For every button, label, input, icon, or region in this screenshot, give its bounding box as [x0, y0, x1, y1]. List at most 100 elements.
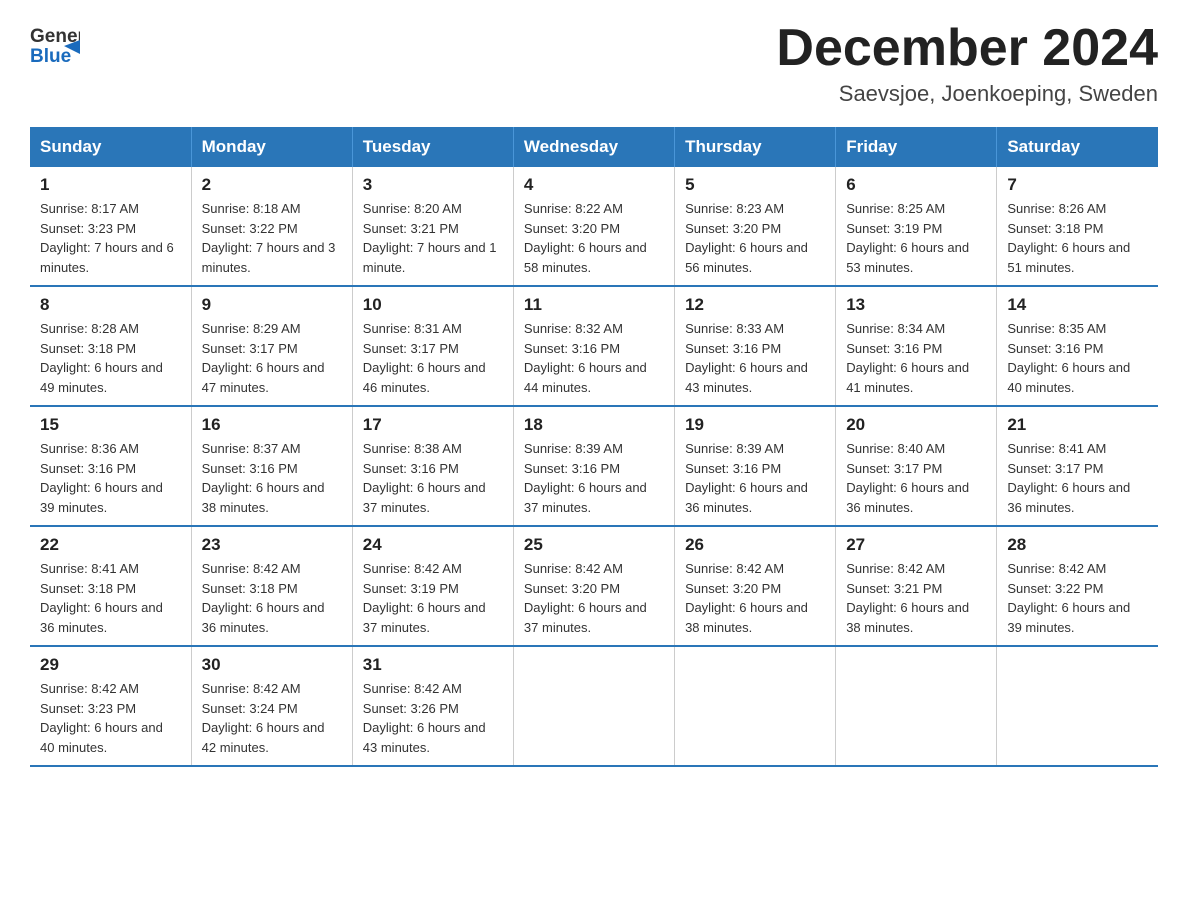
day-number: 28	[1007, 535, 1148, 555]
day-number: 13	[846, 295, 986, 315]
day-number: 16	[202, 415, 342, 435]
day-info: Sunrise: 8:34 AMSunset: 3:16 PMDaylight:…	[846, 319, 986, 397]
day-info: Sunrise: 8:17 AMSunset: 3:23 PMDaylight:…	[40, 199, 181, 277]
page-header: General Blue December 2024 Saevsjoe, Joe…	[30, 20, 1158, 107]
day-cell: 4Sunrise: 8:22 AMSunset: 3:20 PMDaylight…	[513, 167, 674, 286]
day-cell: 26 Sunrise: 8:42 AMSunset: 3:20 PMDayligh…	[675, 526, 836, 646]
day-cell: 2 Sunrise: 8:18 AMSunset: 3:22 PMDaylight…	[191, 167, 352, 286]
day-info: Sunrise: 8:29 AMSunset: 3:17 PMDaylight:…	[202, 319, 342, 397]
day-number: 19	[685, 415, 825, 435]
day-number: 18	[524, 415, 664, 435]
calendar-table: SundayMondayTuesdayWednesdayThursdayFrid…	[30, 127, 1158, 767]
day-number: 4	[524, 175, 664, 195]
day-cell: 30Sunrise: 8:42 AMSunset: 3:24 PMDayligh…	[191, 646, 352, 766]
day-cell: 11Sunrise: 8:32 AMSunset: 3:16 PMDayligh…	[513, 286, 674, 406]
day-number: 11	[524, 295, 664, 315]
day-number: 21	[1007, 415, 1148, 435]
day-cell: 20 Sunrise: 8:40 AMSunset: 3:17 PMDayligh…	[836, 406, 997, 526]
day-cell: 12Sunrise: 8:33 AMSunset: 3:16 PMDayligh…	[675, 286, 836, 406]
header-day-saturday: Saturday	[997, 127, 1158, 167]
week-row: 1 Sunrise: 8:17 AMSunset: 3:23 PMDaylight…	[30, 167, 1158, 286]
calendar-header: SundayMondayTuesdayWednesdayThursdayFrid…	[30, 127, 1158, 167]
day-cell: 1 Sunrise: 8:17 AMSunset: 3:23 PMDaylight…	[30, 167, 191, 286]
day-number: 7	[1007, 175, 1148, 195]
day-number: 30	[202, 655, 342, 675]
day-number: 31	[363, 655, 503, 675]
day-cell: 23 Sunrise: 8:42 AMSunset: 3:18 PMDayligh…	[191, 526, 352, 646]
header-day-wednesday: Wednesday	[513, 127, 674, 167]
logo-icon: General Blue	[30, 20, 80, 70]
day-number: 26	[685, 535, 825, 555]
day-number: 22	[40, 535, 181, 555]
day-cell: 17 Sunrise: 8:38 AMSunset: 3:16 PMDayligh…	[352, 406, 513, 526]
day-number: 27	[846, 535, 986, 555]
day-cell: 9 Sunrise: 8:29 AMSunset: 3:17 PMDaylight…	[191, 286, 352, 406]
day-info: Sunrise: 8:41 AMSunset: 3:18 PMDaylight:…	[40, 559, 181, 637]
day-number: 25	[524, 535, 664, 555]
day-info: Sunrise: 8:23 AMSunset: 3:20 PMDaylight:…	[685, 199, 825, 277]
day-info: Sunrise: 8:42 AMSunset: 3:21 PMDaylight:…	[846, 559, 986, 637]
day-cell: 14 Sunrise: 8:35 AMSunset: 3:16 PMDayligh…	[997, 286, 1158, 406]
week-row: 15 Sunrise: 8:36 AMSunset: 3:16 PMDayligh…	[30, 406, 1158, 526]
day-number: 20	[846, 415, 986, 435]
day-cell: 8 Sunrise: 8:28 AMSunset: 3:18 PMDaylight…	[30, 286, 191, 406]
svg-text:Blue: Blue	[30, 46, 71, 67]
day-number: 24	[363, 535, 503, 555]
day-info: Sunrise: 8:33 AMSunset: 3:16 PMDaylight:…	[685, 319, 825, 397]
day-number: 10	[363, 295, 503, 315]
day-number: 15	[40, 415, 181, 435]
day-cell: 5 Sunrise: 8:23 AMSunset: 3:20 PMDaylight…	[675, 167, 836, 286]
day-info: Sunrise: 8:42 AMSunset: 3:20 PMDaylight:…	[685, 559, 825, 637]
header-day-tuesday: Tuesday	[352, 127, 513, 167]
day-cell: 25 Sunrise: 8:42 AMSunset: 3:20 PMDayligh…	[513, 526, 674, 646]
day-info: Sunrise: 8:35 AMSunset: 3:16 PMDaylight:…	[1007, 319, 1148, 397]
day-cell: 18 Sunrise: 8:39 AMSunset: 3:16 PMDayligh…	[513, 406, 674, 526]
day-info: Sunrise: 8:42 AMSunset: 3:19 PMDaylight:…	[363, 559, 503, 637]
month-title: December 2024	[776, 20, 1158, 77]
day-info: Sunrise: 8:42 AMSunset: 3:20 PMDaylight:…	[524, 559, 664, 637]
header-day-thursday: Thursday	[675, 127, 836, 167]
week-row: 29Sunrise: 8:42 AMSunset: 3:23 PMDayligh…	[30, 646, 1158, 766]
day-cell: 15 Sunrise: 8:36 AMSunset: 3:16 PMDayligh…	[30, 406, 191, 526]
day-info: Sunrise: 8:18 AMSunset: 3:22 PMDaylight:…	[202, 199, 342, 277]
day-info: Sunrise: 8:42 AMSunset: 3:18 PMDaylight:…	[202, 559, 342, 637]
day-cell: 16Sunrise: 8:37 AMSunset: 3:16 PMDayligh…	[191, 406, 352, 526]
day-cell	[675, 646, 836, 766]
day-info: Sunrise: 8:36 AMSunset: 3:16 PMDaylight:…	[40, 439, 181, 517]
day-info: Sunrise: 8:42 AMSunset: 3:22 PMDaylight:…	[1007, 559, 1148, 637]
week-row: 8 Sunrise: 8:28 AMSunset: 3:18 PMDaylight…	[30, 286, 1158, 406]
day-cell: 6 Sunrise: 8:25 AMSunset: 3:19 PMDaylight…	[836, 167, 997, 286]
day-number: 5	[685, 175, 825, 195]
day-cell: 21 Sunrise: 8:41 AMSunset: 3:17 PMDayligh…	[997, 406, 1158, 526]
day-cell: 3 Sunrise: 8:20 AMSunset: 3:21 PMDaylight…	[352, 167, 513, 286]
day-info: Sunrise: 8:31 AMSunset: 3:17 PMDaylight:…	[363, 319, 503, 397]
day-cell: 13 Sunrise: 8:34 AMSunset: 3:16 PMDayligh…	[836, 286, 997, 406]
day-info: Sunrise: 8:39 AMSunset: 3:16 PMDaylight:…	[524, 439, 664, 517]
day-number: 8	[40, 295, 181, 315]
day-number: 6	[846, 175, 986, 195]
day-info: Sunrise: 8:20 AMSunset: 3:21 PMDaylight:…	[363, 199, 503, 277]
day-cell: 10 Sunrise: 8:31 AMSunset: 3:17 PMDayligh…	[352, 286, 513, 406]
day-number: 9	[202, 295, 342, 315]
day-info: Sunrise: 8:39 AMSunset: 3:16 PMDaylight:…	[685, 439, 825, 517]
day-info: Sunrise: 8:41 AMSunset: 3:17 PMDaylight:…	[1007, 439, 1148, 517]
calendar-body: 1 Sunrise: 8:17 AMSunset: 3:23 PMDaylight…	[30, 167, 1158, 766]
day-info: Sunrise: 8:28 AMSunset: 3:18 PMDaylight:…	[40, 319, 181, 397]
day-number: 2	[202, 175, 342, 195]
day-number: 17	[363, 415, 503, 435]
header-row: SundayMondayTuesdayWednesdayThursdayFrid…	[30, 127, 1158, 167]
header-day-sunday: Sunday	[30, 127, 191, 167]
logo: General Blue	[30, 20, 80, 70]
day-number: 3	[363, 175, 503, 195]
day-info: Sunrise: 8:38 AMSunset: 3:16 PMDaylight:…	[363, 439, 503, 517]
day-info: Sunrise: 8:25 AMSunset: 3:19 PMDaylight:…	[846, 199, 986, 277]
location-title: Saevsjoe, Joenkoeping, Sweden	[776, 81, 1158, 107]
day-cell	[836, 646, 997, 766]
day-info: Sunrise: 8:40 AMSunset: 3:17 PMDaylight:…	[846, 439, 986, 517]
day-info: Sunrise: 8:42 AMSunset: 3:26 PMDaylight:…	[363, 679, 503, 757]
day-number: 1	[40, 175, 181, 195]
day-number: 23	[202, 535, 342, 555]
day-cell	[513, 646, 674, 766]
day-cell: 7Sunrise: 8:26 AMSunset: 3:18 PMDaylight…	[997, 167, 1158, 286]
day-number: 14	[1007, 295, 1148, 315]
